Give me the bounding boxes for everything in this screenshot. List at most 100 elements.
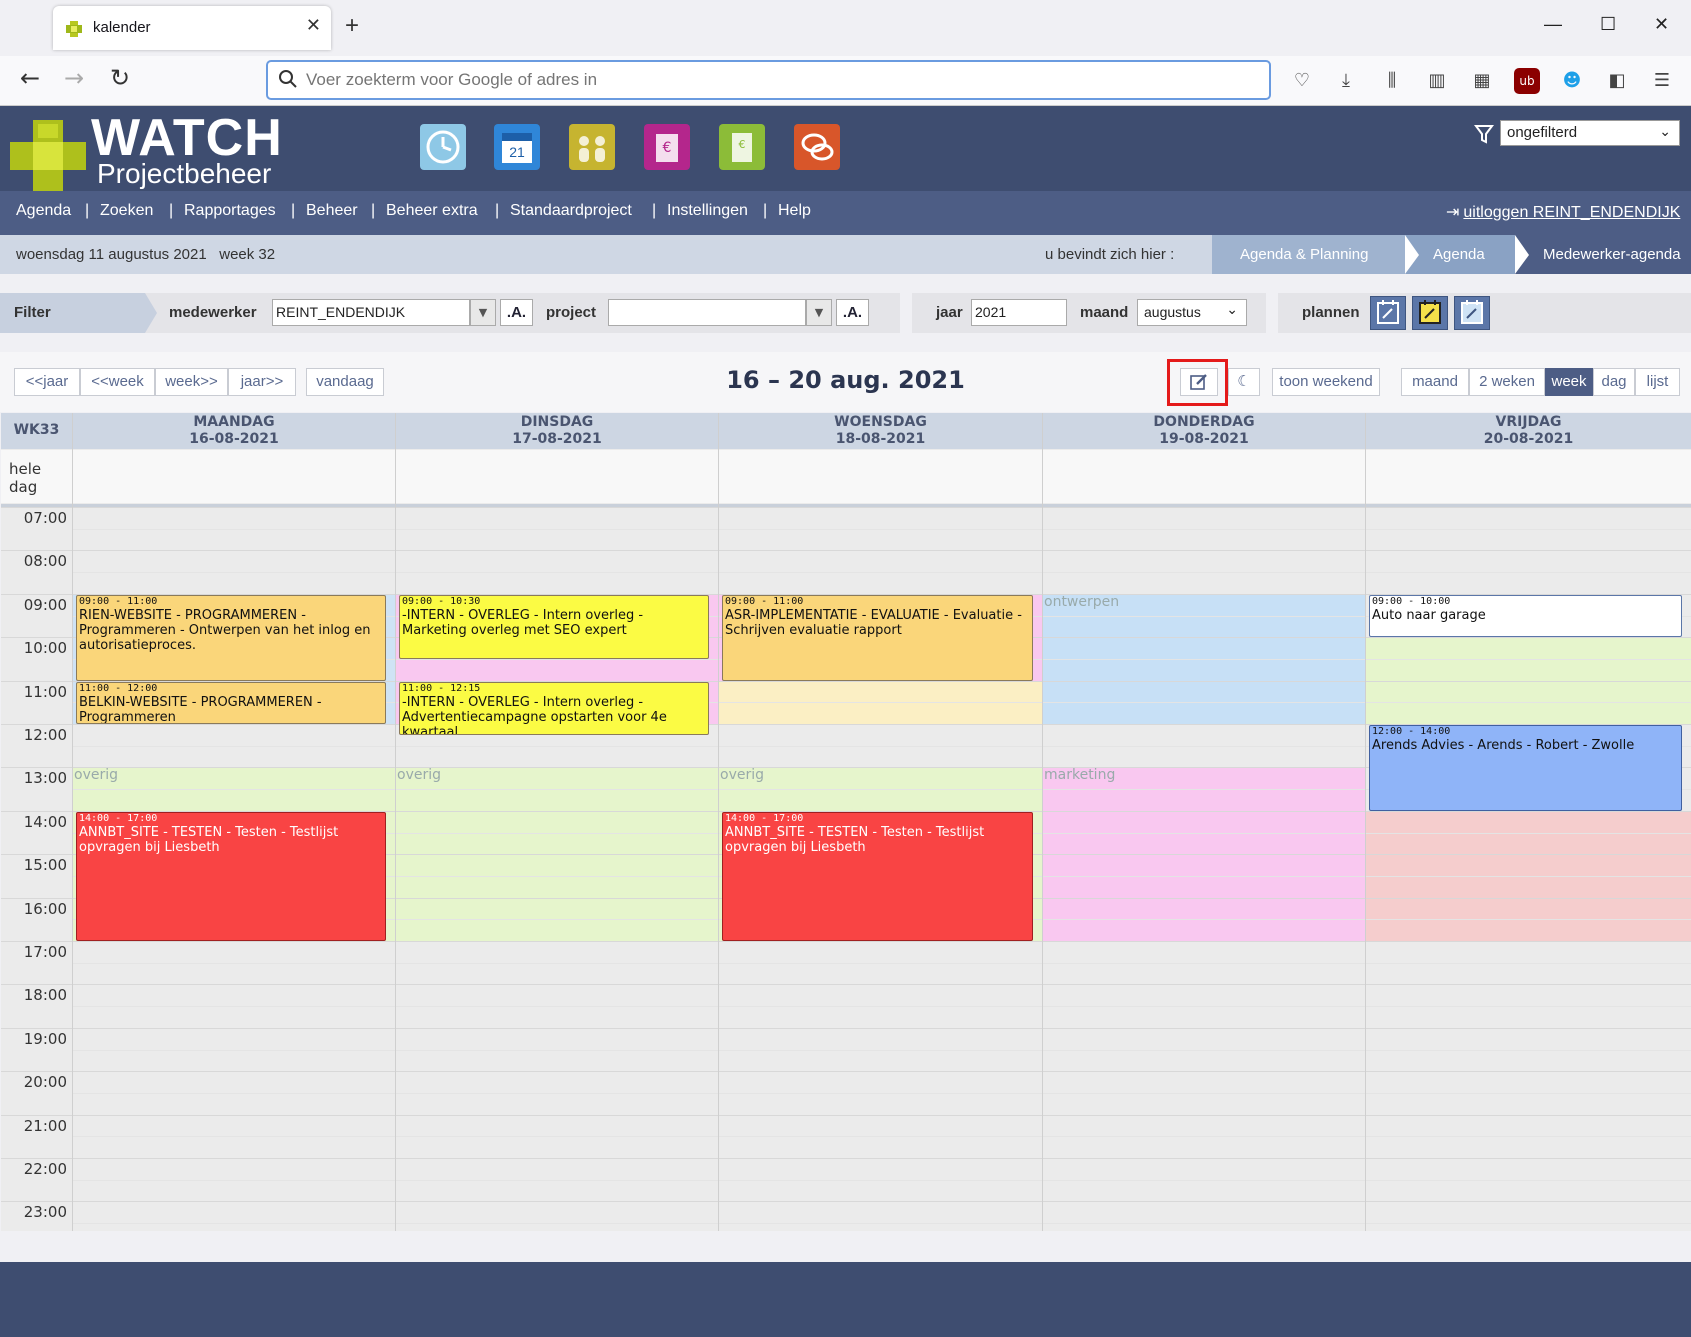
- menu-separator: |: [85, 202, 90, 219]
- column-divider: [1042, 413, 1043, 1231]
- calendar-event[interactable]: 09:00 - 10:00 Auto naar garage: [1369, 594, 1682, 638]
- menu-beheer-extra[interactable]: Beheer extra: [386, 202, 478, 220]
- menu-agenda[interactable]: Agenda: [16, 202, 71, 220]
- next-year-button[interactable]: jaar>>: [228, 368, 296, 396]
- extension-icon[interactable]: ◧: [1604, 68, 1630, 94]
- column-divider: [395, 413, 396, 1231]
- half-hour-line: [73, 1136, 1691, 1138]
- calendar-grid: WK33 hele dag MAANDAG 16-08-2021 DINSDAG 1…: [1, 413, 1691, 1231]
- reload-icon[interactable]: ↻: [110, 64, 130, 92]
- breadcrumb-agenda-label: Agenda: [1433, 246, 1485, 263]
- new-tab-icon[interactable]: +: [345, 12, 359, 40]
- day-date: 17-08-2021: [512, 431, 602, 447]
- close-window-icon[interactable]: ✕: [1654, 14, 1669, 35]
- url-bar[interactable]: [266, 60, 1271, 100]
- month-label: maand: [1080, 304, 1129, 321]
- minimize-icon[interactable]: —: [1544, 14, 1562, 35]
- calendar-event[interactable]: 12:00 - 14:00 Arends Advies - Arends - Ro…: [1369, 725, 1682, 811]
- calendar-event[interactable]: 14:00 - 17:00 ANNBT_SITE - TESTEN - Teste…: [76, 811, 386, 941]
- view-day-button[interactable]: dag: [1593, 368, 1635, 396]
- employee-a-button[interactable]: .A.: [500, 299, 533, 326]
- project-a-button[interactable]: .A.: [836, 299, 869, 326]
- global-filter-select[interactable]: ongefilterd ⌄: [1500, 120, 1680, 146]
- calendar-event[interactable]: 14:00 - 17:00 ANNBT_SITE - TESTEN - Teste…: [722, 811, 1033, 941]
- view-list-button[interactable]: lijst: [1635, 368, 1680, 396]
- event-title: RIEN-WEBSITE - PROGRAMMEREN - Programmer…: [79, 607, 371, 653]
- back-icon[interactable]: ←: [20, 64, 40, 92]
- calendar-event[interactable]: 11:00 - 12:00 BELKIN-WEBSITE - PROGRAMMER…: [76, 681, 386, 724]
- calendar-event[interactable]: 09:00 - 11:00 RIEN-WEBSITE - PROGRAMMEREN…: [76, 594, 386, 681]
- today-button[interactable]: vandaag: [306, 368, 384, 396]
- time-label: 23:00: [23, 1203, 67, 1222]
- ublock-icon[interactable]: ub: [1514, 68, 1540, 94]
- chat-module-icon[interactable]: [794, 124, 840, 170]
- close-tab-icon[interactable]: ✕: [306, 15, 321, 36]
- calendar-event[interactable]: 09:00 - 10:30 -INTERN - OVERLEG - Intern …: [399, 594, 709, 659]
- month-select[interactable]: augustus ⌄: [1137, 299, 1247, 326]
- menu-separator: |: [169, 202, 174, 219]
- breadcrumb-here-label: u bevindt zich hier :: [1045, 246, 1175, 263]
- highlight-box: [1167, 359, 1228, 406]
- ghostery-icon[interactable]: ☻: [1559, 68, 1585, 94]
- day-name: WOENSDAG: [834, 414, 927, 430]
- project-dropdown-icon[interactable]: ▼: [806, 299, 832, 326]
- plan-edit-button[interactable]: [1370, 296, 1406, 330]
- people-module-icon[interactable]: [569, 124, 615, 170]
- url-input[interactable]: [306, 68, 1206, 92]
- employee-field[interactable]: REINT_ENDENDIJK: [272, 299, 470, 326]
- forward-icon[interactable]: →: [64, 64, 84, 92]
- menu-beheer[interactable]: Beheer: [306, 202, 358, 220]
- calculator-module-icon[interactable]: €: [719, 124, 765, 170]
- menu-icon[interactable]: ☰: [1649, 68, 1675, 94]
- filter-icon: [1474, 125, 1494, 144]
- allday-cell[interactable]: [1366, 450, 1691, 503]
- logout-link[interactable]: ⇥ uitloggen REINT_ENDENDIJK: [1446, 202, 1680, 222]
- qr-code-icon[interactable]: ▦: [1469, 68, 1495, 94]
- library-icon[interactable]: ⫼: [1379, 68, 1405, 94]
- menu-instellingen[interactable]: Instellingen: [667, 202, 748, 220]
- svg-text:21: 21: [509, 144, 525, 160]
- plan-view-button[interactable]: [1454, 296, 1490, 330]
- project-field[interactable]: [608, 299, 806, 326]
- allday-cell[interactable]: [1043, 450, 1365, 503]
- event-time: 09:00 - 11:00: [79, 595, 158, 607]
- menu-rapportages[interactable]: Rapportages: [184, 202, 276, 220]
- invoice-module-icon[interactable]: €: [644, 124, 690, 170]
- menu-help[interactable]: Help: [778, 202, 811, 220]
- calendar-edit-yellow-icon: [1419, 300, 1441, 324]
- browser-tab[interactable]: kalender ✕: [53, 6, 331, 50]
- allday-cell[interactable]: [73, 450, 395, 503]
- breadcrumb-agenda[interactable]: Agenda: [1405, 235, 1529, 274]
- night-mode-button[interactable]: ☾: [1228, 368, 1260, 396]
- view-2weeks-button[interactable]: 2 weken: [1469, 368, 1545, 396]
- menu-separator: |: [371, 202, 376, 219]
- view-week-button[interactable]: week: [1545, 368, 1593, 396]
- download-icon[interactable]: ⤓: [1333, 68, 1359, 94]
- menu-standaardproject[interactable]: Standaardproject: [510, 202, 632, 220]
- breadcrumb-agenda-planning[interactable]: Agenda & Planning: [1212, 235, 1419, 274]
- allday-cell[interactable]: [719, 450, 1042, 503]
- day-header-monday: MAANDAG 16-08-2021: [73, 413, 395, 449]
- prev-week-button[interactable]: <<week: [80, 368, 155, 396]
- view-month-button[interactable]: maand: [1401, 368, 1469, 396]
- time-label: 17:00: [23, 943, 67, 961]
- time-label: 12:00: [23, 726, 67, 744]
- plan-edit-yellow-button[interactable]: [1412, 296, 1448, 330]
- year-field[interactable]: 2021: [971, 299, 1067, 326]
- prev-year-button[interactable]: <<jaar: [14, 368, 80, 396]
- half-hour-line: [73, 1049, 1691, 1051]
- calendar-module-icon[interactable]: 21: [494, 124, 540, 170]
- maximize-icon[interactable]: ☐: [1600, 14, 1616, 35]
- allday-cell[interactable]: [396, 450, 718, 503]
- event-time: 09:00 - 10:00: [1372, 595, 1451, 607]
- next-week-button[interactable]: week>>: [155, 368, 228, 396]
- global-filter-value: ongefilterd: [1507, 124, 1578, 141]
- calendar-event[interactable]: 09:00 - 11:00 ASR-IMPLEMENTATIE - EVALUAT…: [722, 594, 1033, 681]
- pocket-icon[interactable]: ♡: [1289, 68, 1315, 94]
- menu-zoeken[interactable]: Zoeken: [100, 202, 153, 220]
- show-weekend-button[interactable]: toon weekend: [1272, 368, 1380, 396]
- employee-dropdown-icon[interactable]: ▼: [470, 299, 496, 326]
- calendar-event[interactable]: 11:00 - 12:15 -INTERN - OVERLEG - Intern …: [399, 681, 709, 735]
- time-module-icon[interactable]: [420, 124, 466, 170]
- sidebar-icon[interactable]: ▥: [1424, 68, 1450, 94]
